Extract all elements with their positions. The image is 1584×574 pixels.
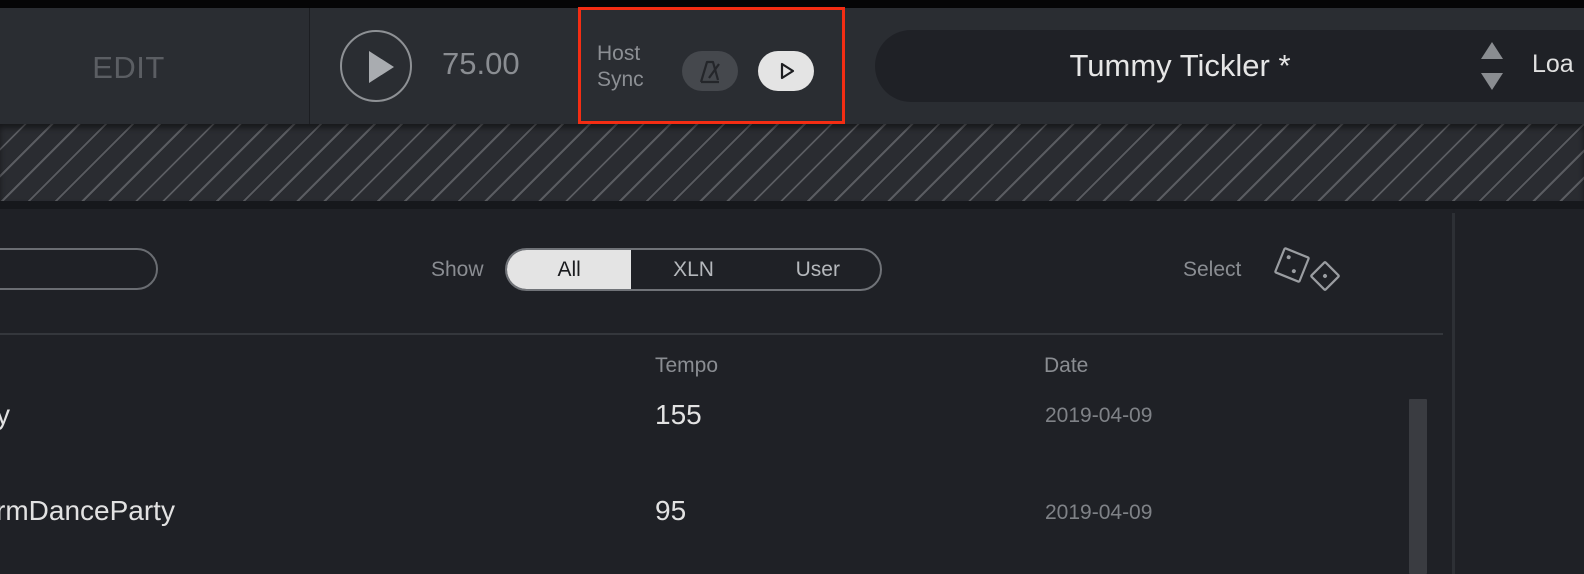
arrow-up-icon[interactable] (1481, 42, 1503, 59)
show-filter: All XLN User (505, 248, 882, 291)
preset-browser: Show All XLN User Select Tempo Date y 15… (0, 209, 1453, 574)
date-cell: 2019-04-09 (1045, 501, 1153, 524)
metronome-icon (699, 60, 720, 84)
filter-all[interactable]: All (507, 250, 632, 289)
transport-section: 75.00 (311, 8, 579, 124)
host-sync-panel: Host Sync (578, 7, 845, 124)
preset-name-cell: rmDanceParty (0, 495, 175, 526)
edit-tab[interactable]: EDIT (0, 8, 310, 124)
search-input[interactable] (0, 248, 158, 290)
scrollbar[interactable] (1409, 399, 1427, 574)
play-outline-icon (780, 62, 795, 80)
host-sync-label: Host Sync (597, 42, 644, 91)
date-cell: 2019-04-09 (1045, 404, 1153, 427)
dice-icon (1274, 247, 1340, 291)
preset-name: Tummy Tickler * (1069, 48, 1291, 83)
preset-name-cell: y (0, 399, 10, 430)
right-panel (1455, 209, 1584, 574)
play-button[interactable] (340, 30, 412, 102)
filter-user[interactable]: User (756, 250, 880, 289)
tempo-cell: 95 (655, 495, 687, 526)
tempo-cell: 155 (655, 399, 702, 430)
column-header-date[interactable]: Date (1044, 354, 1088, 378)
play-icon (369, 51, 394, 83)
edit-tab-label: EDIT (92, 50, 165, 85)
arrow-down-icon[interactable] (1481, 73, 1503, 90)
hatched-divider (0, 124, 1584, 201)
metronome-toggle[interactable] (682, 51, 738, 91)
preset-selector[interactable]: Tummy Tickler * Loa (875, 30, 1584, 102)
column-header-tempo[interactable]: Tempo (655, 354, 718, 378)
random-select-button[interactable] (1270, 246, 1344, 296)
host-sync-play-toggle[interactable] (758, 51, 814, 91)
select-label: Select (1183, 258, 1242, 281)
preset-stepper (1479, 42, 1505, 90)
top-toolbar: EDIT 75.00 Host Sync Tummy Tickler * Loa (0, 7, 1584, 124)
tempo-display[interactable]: 75.00 (442, 46, 520, 82)
load-button[interactable]: Loa (1532, 50, 1574, 79)
hatched-divider-shadow (0, 201, 1584, 209)
filter-xln[interactable]: XLN (631, 250, 755, 289)
header-divider (0, 333, 1443, 335)
show-label: Show (431, 258, 484, 281)
